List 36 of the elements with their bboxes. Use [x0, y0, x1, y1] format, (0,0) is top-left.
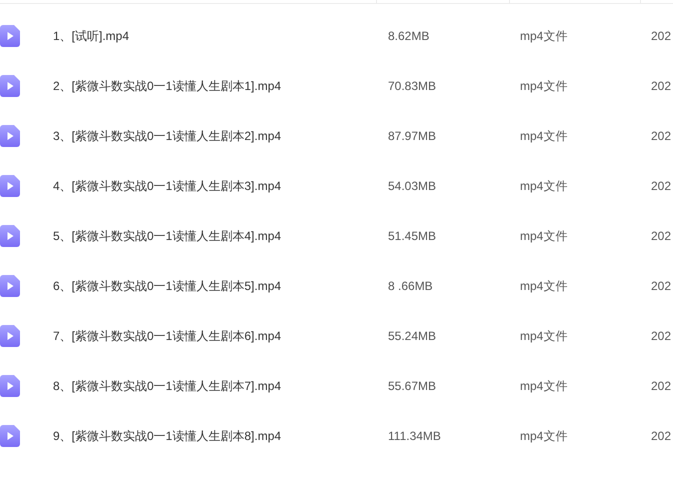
file-size: 54.03MB: [388, 179, 438, 193]
file-size: 8.62MB: [388, 29, 430, 43]
file-size: 111.34MB: [388, 429, 442, 443]
file-date: 202: [651, 379, 672, 393]
file-date: 202: [651, 229, 672, 243]
file-type: mp4文件: [520, 378, 568, 394]
file-type: mp4文件: [520, 178, 568, 194]
file-size: 70.83MB: [388, 79, 438, 93]
file-type: mp4文件: [520, 228, 568, 244]
file-name: 4、[紫微斗数实战0一1读懂人生剧本3].mp4: [53, 178, 282, 194]
file-name: 7、[紫微斗数实战0一1读懂人生剧本6].mp4: [53, 328, 282, 344]
file-size: 8 .66MB: [388, 279, 434, 293]
file-date: 202: [651, 429, 672, 443]
file-date: 202: [651, 29, 672, 43]
file-name: 5、[紫微斗数实战0一1读懂人生剧本4].mp4: [53, 228, 282, 244]
file-size: 87.97MB: [388, 129, 438, 143]
file-name: 2、[紫微斗数实战0一1读懂人生剧本1].mp4: [53, 78, 282, 94]
file-name: 6、[紫微斗数实战0一1读懂人生剧本5].mp4: [53, 278, 282, 294]
file-type: mp4文件: [520, 28, 568, 44]
file-name: 3、[紫微斗数实战0一1读懂人生剧本2].mp4: [53, 128, 282, 144]
file-date: 202: [651, 129, 672, 143]
file-type: mp4文件: [520, 278, 568, 294]
file-type: mp4文件: [520, 328, 568, 344]
file-name: 9、[紫微斗数实战0一1读懂人生剧本8].mp4: [53, 428, 282, 444]
file-size: 55.24MB: [388, 329, 438, 343]
file-type: mp4文件: [520, 78, 568, 94]
file-date: 202: [651, 179, 672, 193]
file-type: mp4文件: [520, 428, 568, 444]
file-size: 55.67MB: [388, 379, 438, 393]
file-name: 1、[试听].mp4: [53, 28, 130, 44]
file-name: 8、[紫微斗数实战0一1读懂人生剧本7].mp4: [53, 378, 282, 394]
file-date: 202: [651, 329, 672, 343]
file-type: mp4文件: [520, 128, 568, 144]
file-date: 202: [651, 79, 672, 93]
file-size: 51.45MB: [388, 229, 438, 243]
file-date: 202: [651, 279, 672, 293]
